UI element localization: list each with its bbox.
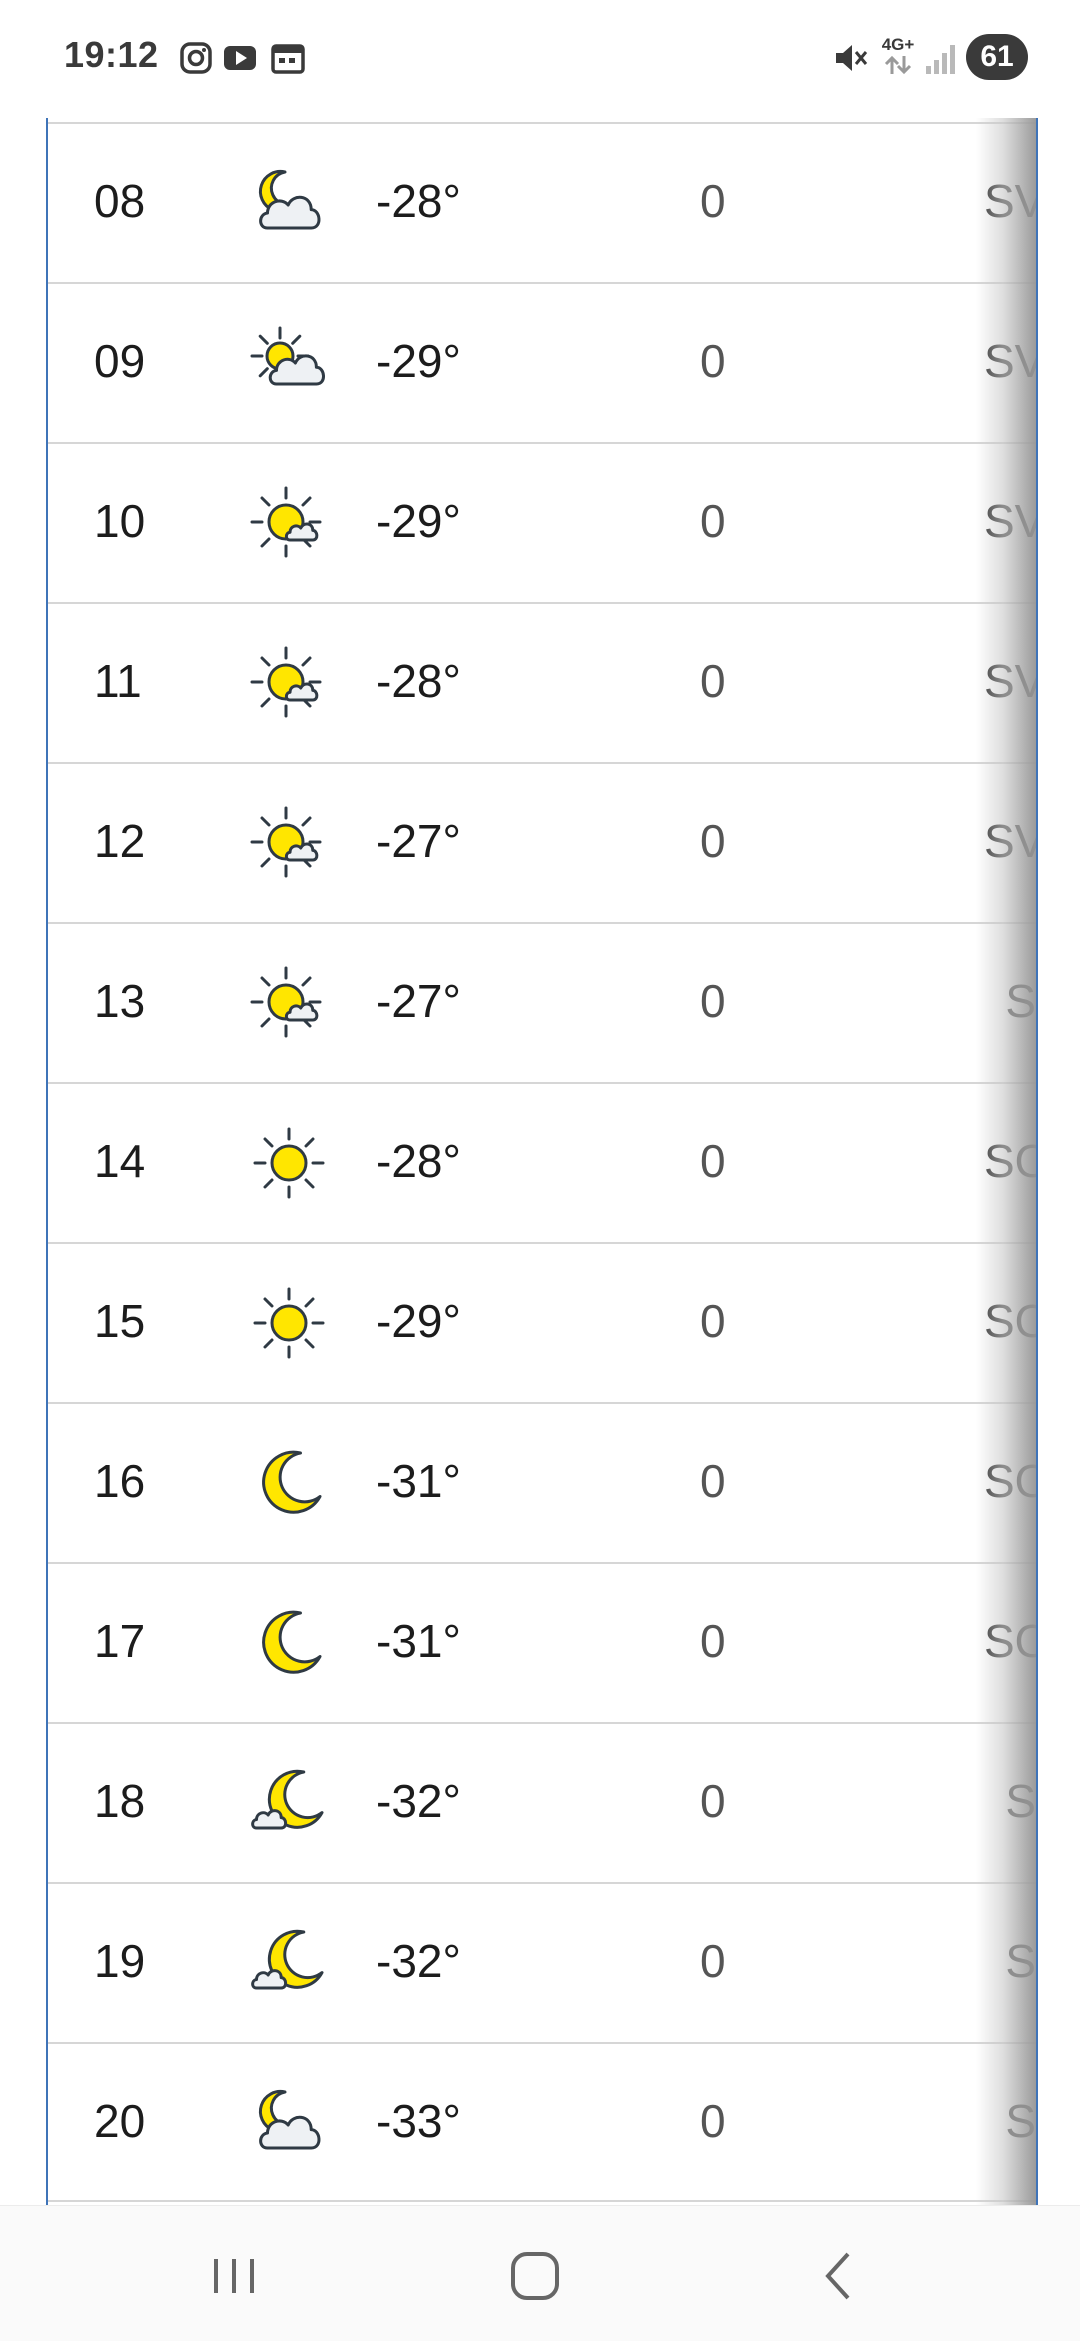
wind-direction: SV — [984, 335, 1036, 387]
home-button[interactable] — [495, 2236, 575, 2316]
precipitation-value: 0 — [700, 1935, 726, 1987]
wind-direction: S — [1005, 2095, 1036, 2147]
moon-small-cloud-icon — [251, 1929, 324, 1990]
temperature-value: -28° — [376, 1135, 461, 1187]
sun-small-cloud-icon — [250, 806, 322, 878]
precipitation-value: 0 — [700, 1295, 726, 1347]
temperature-value: -32° — [376, 1775, 461, 1827]
moon-icon — [262, 1450, 322, 1514]
recent-apps-button[interactable] — [194, 2236, 274, 2316]
youtube-icon — [224, 46, 256, 70]
wind-direction: SO — [984, 1455, 1036, 1507]
hour-label: 19 — [94, 1935, 146, 1987]
hour-label: 09 — [94, 335, 146, 387]
hour-label: 16 — [94, 1455, 146, 1507]
hour-label: 18 — [94, 1775, 146, 1827]
signal-icon — [926, 45, 955, 74]
sun-small-cloud-icon — [250, 646, 322, 718]
sun-icon — [253, 1127, 325, 1199]
instagram-icon — [180, 42, 212, 74]
hour-label: 20 — [94, 2095, 146, 2147]
wind-direction: SV — [984, 495, 1036, 547]
hourly-forecast-panel[interactable]: 08 -28° 0 SV 09 -29° 0 SV 10 -29° 0 SV 11 -28° 0 SV 12 -2… — [46, 90, 1038, 2205]
forecast-row[interactable]: 14 -28° 0 SO — [48, 1082, 1036, 1242]
status-bar: 19:12 4G+ 61 — [0, 0, 1080, 118]
temperature-value: -27° — [376, 975, 461, 1027]
precipitation-value: 0 — [700, 815, 726, 867]
moon-small-cloud-icon — [251, 1769, 324, 1830]
wind-direction: SO — [984, 1615, 1036, 1667]
mute-icon — [836, 45, 868, 71]
precipitation-value: 0 — [700, 1615, 726, 1667]
precipitation-value: 0 — [700, 495, 726, 547]
calendar-icon — [271, 44, 305, 74]
moon-partly-cloudy-icon — [258, 2089, 321, 2150]
moon-partly-cloudy-icon — [258, 169, 321, 230]
hour-label: 08 — [94, 175, 146, 227]
sun-partly-cloudy-icon — [250, 326, 325, 386]
hour-label: 14 — [94, 1135, 146, 1187]
forecast-row[interactable]: 11 -28° 0 SV — [48, 602, 1036, 762]
forecast-row[interactable]: 18 -32° 0 S — [48, 1722, 1036, 1882]
sun-icon — [253, 1287, 325, 1359]
precipitation-value: 0 — [700, 175, 726, 227]
wind-direction: S — [1005, 975, 1036, 1027]
forecast-row[interactable]: 15 -29° 0 SO — [48, 1242, 1036, 1402]
temperature-value: -32° — [376, 1935, 461, 1987]
precipitation-value: 0 — [700, 1455, 726, 1507]
home-icon — [511, 2252, 559, 2300]
precipitation-value: 0 — [700, 335, 726, 387]
precipitation-value: 0 — [700, 1135, 726, 1187]
wind-direction: S — [1005, 1775, 1036, 1827]
forecast-row[interactable]: 19 -32° 0 S — [48, 1882, 1036, 2042]
system-nav-bar — [0, 2205, 1080, 2341]
forecast-row[interactable]: 12 -27° 0 SV — [48, 762, 1036, 922]
4g-data-icon: 4G+ — [876, 36, 920, 80]
forecast-row[interactable]: 16 -31° 0 SO — [48, 1402, 1036, 1562]
precipitation-value: 0 — [700, 655, 726, 707]
temperature-value: -27° — [376, 815, 461, 867]
forecast-table: 08 -28° 0 SV 09 -29° 0 SV 10 -29° 0 SV 11 -28° 0 SV 12 -2… — [48, 122, 1036, 2202]
temperature-value: -31° — [376, 1615, 461, 1667]
wind-direction: SV — [984, 815, 1036, 867]
hour-label: 12 — [94, 815, 146, 867]
wind-direction: S — [1005, 1935, 1036, 1987]
status-time: 19:12 — [64, 34, 159, 75]
forecast-row[interactable]: 13 -27° 0 S — [48, 922, 1036, 1082]
back-button[interactable] — [800, 2236, 880, 2316]
sun-small-cloud-icon — [250, 486, 322, 558]
temperature-value: -31° — [376, 1455, 461, 1507]
forecast-row[interactable]: 08 -28° 0 SV — [48, 122, 1036, 282]
wind-direction: SO — [984, 1295, 1036, 1347]
forecast-row[interactable]: 17 -31° 0 SO — [48, 1562, 1036, 1722]
recent-apps-icon — [214, 2259, 254, 2293]
back-icon — [825, 2252, 850, 2300]
temperature-value: -29° — [376, 495, 461, 547]
hour-label: 11 — [94, 655, 142, 707]
network-label: 4G+ — [881, 35, 915, 54]
forecast-row[interactable]: 09 -29° 0 SV — [48, 282, 1036, 442]
precipitation-value: 0 — [700, 1775, 726, 1827]
hour-label: 13 — [94, 975, 146, 1027]
precipitation-value: 0 — [700, 975, 726, 1027]
forecast-row[interactable]: 20 -33° 0 S — [48, 2042, 1036, 2202]
hour-label: 15 — [94, 1295, 146, 1347]
battery-indicator: 61 — [966, 34, 1028, 80]
wind-direction: SV — [984, 655, 1036, 707]
wind-direction: SV — [984, 175, 1036, 227]
temperature-value: -29° — [376, 335, 461, 387]
temperature-value: -28° — [376, 175, 461, 227]
hour-label: 10 — [94, 495, 146, 547]
forecast-row[interactable]: 10 -29° 0 SV — [48, 442, 1036, 602]
moon-icon — [262, 1610, 322, 1674]
temperature-value: -28° — [376, 655, 461, 707]
hour-label: 17 — [94, 1615, 146, 1667]
precipitation-value: 0 — [700, 2095, 726, 2147]
temperature-value: -33° — [376, 2095, 461, 2147]
sun-small-cloud-icon — [250, 966, 322, 1038]
wind-direction: SO — [984, 1135, 1036, 1187]
temperature-value: -29° — [376, 1295, 461, 1347]
